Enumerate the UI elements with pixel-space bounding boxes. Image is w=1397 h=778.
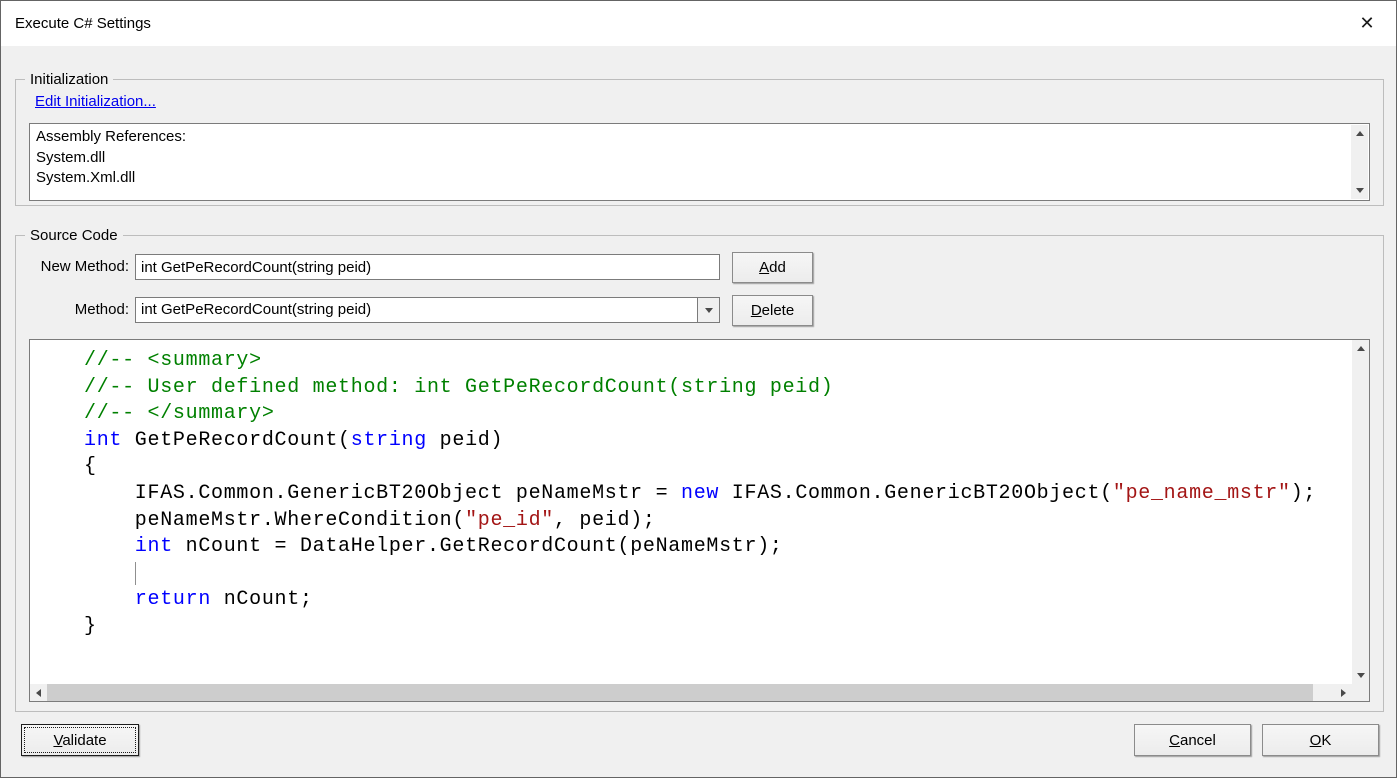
- initialization-group-label: Initialization: [25, 71, 113, 88]
- ok-button[interactable]: OK: [1262, 724, 1379, 756]
- method-label: Method:: [17, 297, 129, 323]
- code-line: peNameMstr.WhereCondition("pe_id", peid)…: [84, 508, 1352, 535]
- ok-button-label: OK: [1310, 732, 1332, 749]
- validate-button[interactable]: Validate: [21, 724, 139, 756]
- code-line: {: [84, 454, 1352, 481]
- code-line: return nCount;: [84, 587, 1352, 614]
- code-content[interactable]: //-- <summary>//-- User defined method: …: [30, 340, 1352, 684]
- scroll-up-button[interactable]: [1351, 125, 1368, 142]
- arrow-up-icon: [1357, 346, 1365, 351]
- code-line: int nCount = DataHelper.GetRecordCount(p…: [84, 534, 1352, 561]
- scroll-down-button[interactable]: [1351, 182, 1368, 199]
- scroll-right-button[interactable]: [1335, 684, 1352, 701]
- add-button[interactable]: Add: [732, 252, 813, 283]
- assembly-line: System.Xml.dll: [36, 168, 1345, 189]
- assembly-references-box[interactable]: Assembly References:System.dllSystem.Xml…: [29, 123, 1370, 201]
- arrow-left-icon: [36, 689, 41, 697]
- code-line: //-- </summary>: [84, 401, 1352, 428]
- code-line: }: [84, 614, 1352, 641]
- scrollbar-corner: [1352, 684, 1369, 701]
- validate-button-label: Validate: [53, 732, 106, 749]
- arrow-down-icon: [1356, 188, 1364, 193]
- edit-initialization-link[interactable]: Edit Initialization...: [35, 93, 156, 110]
- code-line: //-- <summary>: [84, 348, 1352, 375]
- arrow-up-icon: [1356, 131, 1364, 136]
- code-line: //-- User defined method: int GetPeRecor…: [84, 375, 1352, 402]
- chevron-down-icon: [705, 308, 713, 313]
- cancel-button-label: Cancel: [1169, 732, 1216, 749]
- scroll-up-button[interactable]: [1352, 340, 1369, 357]
- arrow-down-icon: [1357, 673, 1365, 678]
- delete-button-label: Delete: [751, 302, 794, 319]
- titlebar: Execute C# Settings ✕: [1, 1, 1396, 46]
- code-line: IFAS.Common.GenericBT20Object peNameMstr…: [84, 481, 1352, 508]
- close-icon: ✕: [1359, 13, 1374, 34]
- scroll-left-button[interactable]: [30, 684, 47, 701]
- code-line: int GetPeRecordCount(string peid): [84, 428, 1352, 455]
- method-combobox-value: int GetPeRecordCount(string peid): [141, 298, 695, 322]
- assembly-scrollbar[interactable]: [1351, 125, 1368, 199]
- code-line: [84, 561, 1352, 588]
- code-editor[interactable]: //-- <summary>//-- User defined method: …: [29, 339, 1370, 702]
- execute-csharp-settings-dialog: Execute C# Settings ✕ Initialization Edi…: [0, 0, 1397, 778]
- horizontal-scroll-thumb[interactable]: [47, 684, 1313, 701]
- assembly-line: Assembly References:: [36, 127, 1345, 148]
- assembly-list: Assembly References:System.dllSystem.Xml…: [30, 124, 1369, 189]
- source-code-group-label: Source Code: [25, 227, 123, 244]
- new-method-input[interactable]: [135, 254, 720, 280]
- combo-dropdown-button[interactable]: [697, 298, 719, 322]
- new-method-label: New Method:: [17, 254, 129, 280]
- scroll-down-button[interactable]: [1352, 667, 1369, 684]
- assembly-line: System.dll: [36, 148, 1345, 169]
- close-button[interactable]: ✕: [1350, 1, 1384, 46]
- cancel-button[interactable]: Cancel: [1134, 724, 1251, 756]
- delete-button[interactable]: Delete: [732, 295, 813, 326]
- arrow-right-icon: [1341, 689, 1346, 697]
- method-combobox[interactable]: int GetPeRecordCount(string peid): [135, 297, 720, 323]
- add-button-label: Add: [759, 259, 786, 276]
- code-horizontal-scrollbar[interactable]: [30, 684, 1352, 701]
- window-title: Execute C# Settings: [15, 1, 151, 46]
- code-vertical-scrollbar[interactable]: [1352, 340, 1369, 684]
